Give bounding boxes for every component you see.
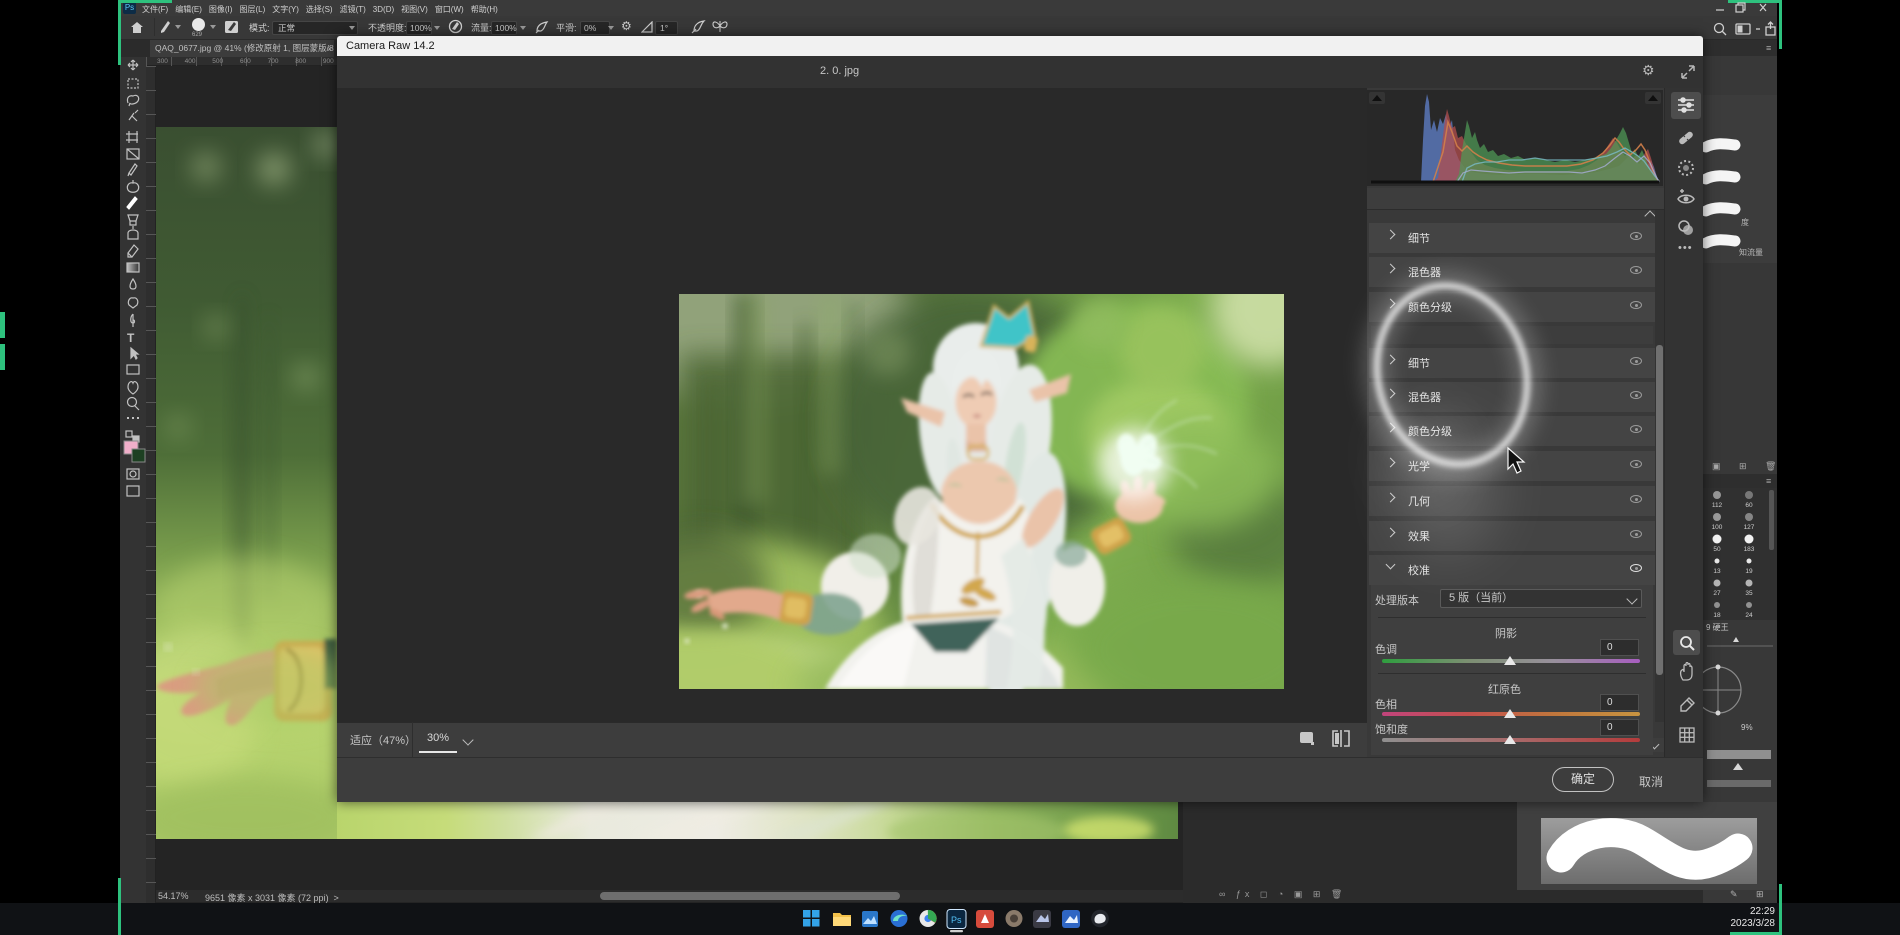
svg-text:100: 100: [1712, 524, 1723, 531]
svg-text:18: 18: [1713, 612, 1721, 619]
svg-text:27: 27: [1713, 590, 1721, 597]
svg-text:13: 13: [1713, 568, 1721, 575]
svg-text:24: 24: [1745, 612, 1753, 619]
svg-text:183: 183: [1744, 546, 1755, 553]
svg-text:50: 50: [1713, 546, 1721, 553]
svg-text:60: 60: [1745, 502, 1753, 509]
svg-text:112: 112: [1712, 502, 1723, 509]
svg-text:度: 度: [1741, 217, 1749, 227]
svg-text:Ps: Ps: [951, 915, 962, 925]
svg-text:知流量: 知流量: [1739, 247, 1763, 257]
svg-text:9%: 9%: [1741, 723, 1753, 732]
svg-text:35: 35: [1745, 590, 1753, 597]
svg-text:19: 19: [1745, 568, 1753, 575]
svg-text:T: T: [127, 331, 135, 345]
svg-text:127: 127: [1744, 524, 1755, 531]
